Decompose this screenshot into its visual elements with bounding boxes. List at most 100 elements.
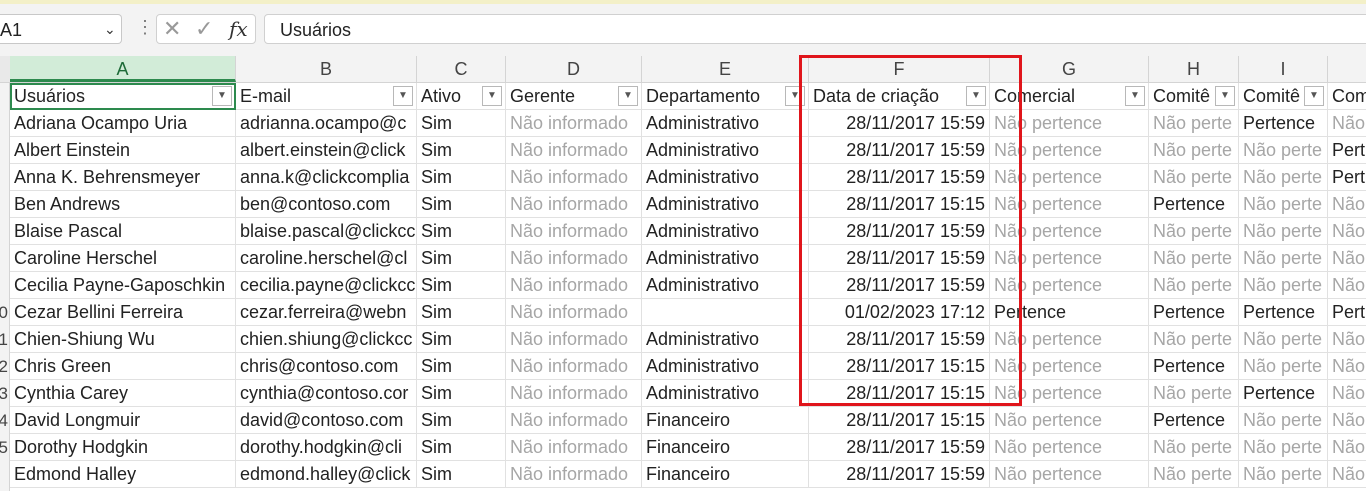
filter-dropdown-icon[interactable]: ▼	[212, 86, 232, 106]
cell-email[interactable]: chien.shiung@clickcc	[236, 326, 417, 353]
cell-departamento[interactable]: Administrativo	[642, 245, 809, 272]
filter-dropdown-icon[interactable]: ▼	[785, 86, 805, 106]
cell-departamento[interactable]: Administrativo	[642, 272, 809, 299]
cell-data-criacao[interactable]: 28/11/2017 15:59	[809, 461, 990, 488]
cell-com[interactable]: Não	[1328, 110, 1366, 137]
cell-gerente[interactable]: Não informado	[506, 461, 642, 488]
header-cell-com[interactable]: Com	[1328, 83, 1366, 110]
cell-email[interactable]: adrianna.ocampo@c	[236, 110, 417, 137]
cell-gerente[interactable]: Não informado	[506, 164, 642, 191]
cell-ativo[interactable]: Sim	[417, 434, 506, 461]
cell-departamento[interactable]: Administrativo	[642, 353, 809, 380]
header-cell-usuarios[interactable]: Usuários	[10, 83, 236, 110]
cell-gerente[interactable]: Não informado	[506, 299, 642, 326]
cell-comercial[interactable]: Não pertence	[990, 110, 1149, 137]
header-cell-email[interactable]: E-mail	[236, 83, 417, 110]
cell-data-criacao[interactable]: 28/11/2017 15:59	[809, 272, 990, 299]
cell-email[interactable]: albert.einstein@click	[236, 137, 417, 164]
cell-com[interactable]: Não	[1328, 272, 1366, 299]
select-all-corner[interactable]	[0, 56, 10, 82]
cell-ativo[interactable]: Sim	[417, 110, 506, 137]
cell-comite-1[interactable]: Pertence	[1149, 299, 1239, 326]
cell-comite-2[interactable]: Não perte	[1239, 326, 1328, 353]
cell-data-criacao[interactable]: 01/02/2023 17:12	[809, 299, 990, 326]
cell-usuarios[interactable]: Cynthia Carey	[10, 380, 236, 407]
cell-comite-1[interactable]: Não perte	[1149, 272, 1239, 299]
cell-data-criacao[interactable]: 28/11/2017 15:15	[809, 353, 990, 380]
cell-comite-1[interactable]: Não perte	[1149, 164, 1239, 191]
row-number[interactable]: 1	[0, 326, 8, 353]
cell-data-criacao[interactable]: 28/11/2017 15:59	[809, 218, 990, 245]
filter-dropdown-icon[interactable]: ▼	[1304, 86, 1324, 106]
cell-com[interactable]: Não	[1328, 407, 1366, 434]
column-header-b[interactable]: B	[236, 56, 417, 82]
cell-gerente[interactable]: Não informado	[506, 137, 642, 164]
cell-comercial[interactable]: Não pertence	[990, 353, 1149, 380]
cell-comite-2[interactable]: Não perte	[1239, 218, 1328, 245]
cell-gerente[interactable]: Não informado	[506, 272, 642, 299]
cell-usuarios[interactable]: Albert Einstein	[10, 137, 236, 164]
cell-usuarios[interactable]: Anna K. Behrensmeyer	[10, 164, 236, 191]
cell-email[interactable]: anna.k@clickcomplia	[236, 164, 417, 191]
cell-usuarios[interactable]: Chien-Shiung Wu	[10, 326, 236, 353]
cell-comite-2[interactable]: Não perte	[1239, 245, 1328, 272]
cell-usuarios[interactable]: Caroline Herschel	[10, 245, 236, 272]
row-number[interactable]: 3	[0, 380, 8, 407]
cell-departamento[interactable]: Administrativo	[642, 110, 809, 137]
cell-email[interactable]: edmond.halley@click	[236, 461, 417, 488]
cell-email[interactable]: dorothy.hodgkin@cli	[236, 434, 417, 461]
cancel-icon[interactable]: ✕	[163, 16, 181, 42]
filter-dropdown-icon[interactable]: ▼	[966, 86, 986, 106]
cell-ativo[interactable]: Sim	[417, 218, 506, 245]
row-number[interactable]: 4	[0, 407, 8, 434]
cell-comercial[interactable]: Não pertence	[990, 407, 1149, 434]
cell-comite-2[interactable]: Não perte	[1239, 164, 1328, 191]
cell-gerente[interactable]: Não informado	[506, 245, 642, 272]
cell-comite-1[interactable]: Não perte	[1149, 245, 1239, 272]
cell-com[interactable]: Não	[1328, 461, 1366, 488]
column-header-d[interactable]: D	[506, 56, 642, 82]
cell-comercial[interactable]: Não pertence	[990, 326, 1149, 353]
filter-dropdown-icon[interactable]: ▼	[482, 86, 502, 106]
cell-gerente[interactable]: Não informado	[506, 353, 642, 380]
cell-departamento[interactable]: Administrativo	[642, 191, 809, 218]
cell-departamento[interactable]: Administrativo	[642, 137, 809, 164]
cell-departamento[interactable]: Financeiro	[642, 461, 809, 488]
cell-email[interactable]: cynthia@contoso.cor	[236, 380, 417, 407]
cell-comercial[interactable]: Não pertence	[990, 191, 1149, 218]
cell-com[interactable]: Não	[1328, 191, 1366, 218]
cell-com[interactable]: Não	[1328, 353, 1366, 380]
cell-usuarios[interactable]: Edmond Halley	[10, 461, 236, 488]
cell-gerente[interactable]: Não informado	[506, 218, 642, 245]
insert-function-icon[interactable]: fx	[229, 17, 248, 41]
cell-comercial[interactable]: Não pertence	[990, 137, 1149, 164]
cell-comite-1[interactable]: Pertence	[1149, 407, 1239, 434]
formula-input[interactable]: Usuários	[264, 14, 1366, 44]
cell-data-criacao[interactable]: 28/11/2017 15:59	[809, 326, 990, 353]
cell-comite-2[interactable]: Não perte	[1239, 353, 1328, 380]
cell-comite-1[interactable]: Pertence	[1149, 353, 1239, 380]
cell-email[interactable]: cecilia.payne@clickcc	[236, 272, 417, 299]
cell-departamento[interactable]: Financeiro	[642, 434, 809, 461]
row-number[interactable]: 2	[0, 353, 8, 380]
cell-comercial[interactable]: Não pertence	[990, 218, 1149, 245]
cell-comercial[interactable]: Não pertence	[990, 245, 1149, 272]
chevron-down-icon[interactable]: ⌄	[104, 21, 116, 38]
cell-data-criacao[interactable]: 28/11/2017 15:59	[809, 137, 990, 164]
cell-ativo[interactable]: Sim	[417, 407, 506, 434]
cell-comercial[interactable]: Não pertence	[990, 272, 1149, 299]
filter-dropdown-icon[interactable]: ▼	[1125, 86, 1145, 106]
column-header-h[interactable]: H	[1149, 56, 1239, 82]
cell-comite-1[interactable]: Não perte	[1149, 326, 1239, 353]
cell-comercial[interactable]: Não pertence	[990, 164, 1149, 191]
cell-ativo[interactable]: Sim	[417, 299, 506, 326]
cell-gerente[interactable]: Não informado	[506, 434, 642, 461]
cell-departamento[interactable]	[642, 299, 809, 326]
cell-comite-1[interactable]: Não perte	[1149, 461, 1239, 488]
column-header-g[interactable]: G	[990, 56, 1149, 82]
cell-com[interactable]: Pert	[1328, 164, 1366, 191]
cell-email[interactable]: chris@contoso.com	[236, 353, 417, 380]
cell-comite-2[interactable]: Não perte	[1239, 272, 1328, 299]
cell-usuarios[interactable]: Cezar Bellini Ferreira	[10, 299, 236, 326]
cell-departamento[interactable]: Administrativo	[642, 380, 809, 407]
